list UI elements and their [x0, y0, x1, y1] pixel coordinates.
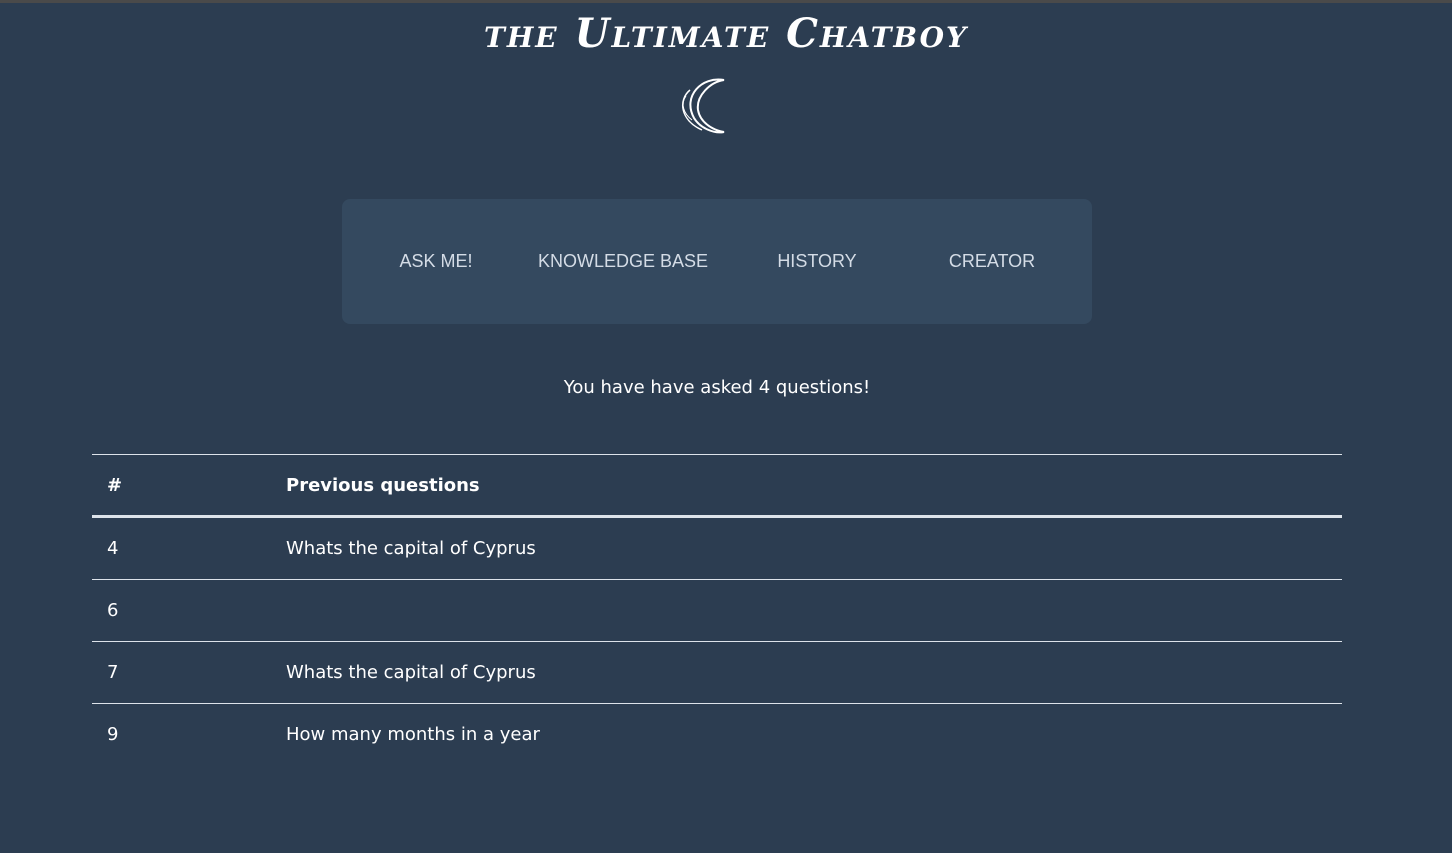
history-table: # Previous questions 4 Whats the capital… — [92, 454, 1342, 765]
row-question — [271, 580, 1342, 642]
column-header-number: # — [107, 474, 123, 496]
nav-history[interactable]: HISTORY — [762, 249, 872, 273]
table-row: 4 Whats the capital of Cyprus — [92, 517, 1342, 580]
nav-knowledge-base[interactable]: KNOWLEDGE BASE — [532, 249, 714, 273]
question-count-summary: You have have asked 4 questions! — [563, 377, 871, 398]
table-row: 9 How many months in a year — [92, 704, 1342, 766]
row-number: 9 — [107, 724, 119, 745]
row-question: Whats the capital of Cyprus — [286, 662, 536, 683]
row-question: Whats the capital of Cyprus — [286, 538, 536, 559]
column-header-questions: Previous questions — [286, 474, 480, 496]
nav-creator[interactable]: CREATOR — [932, 249, 1052, 273]
row-number: 6 — [107, 600, 119, 621]
row-question: How many months in a year — [286, 724, 540, 745]
row-number: 4 — [107, 538, 119, 559]
crescent-logo-icon — [681, 78, 725, 134]
main-nav: ASK ME! KNOWLEDGE BASE HISTORY CREATOR — [342, 199, 1092, 324]
table-header-row: # Previous questions — [92, 454, 1342, 517]
window-top-border — [0, 0, 1452, 3]
row-number: 7 — [107, 662, 119, 683]
nav-ask-me[interactable]: ASK ME! — [386, 249, 486, 273]
site-title: the Ultimate Chatboy — [484, 10, 968, 57]
table-row: 7 Whats the capital of Cyprus — [92, 642, 1342, 704]
table-row: 6 — [92, 580, 1342, 642]
